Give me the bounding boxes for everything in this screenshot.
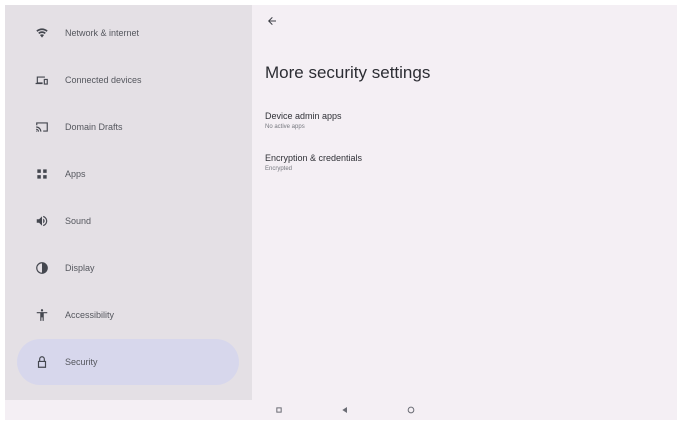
devices-icon <box>33 71 51 89</box>
wifi-icon <box>33 24 51 42</box>
sidebar-item-apps[interactable]: Apps <box>17 151 239 197</box>
sidebar-item-domain-drafts[interactable]: Domain Drafts <box>17 104 239 150</box>
home-icon <box>407 406 415 414</box>
sidebar-item-label: Network & internet <box>65 28 140 38</box>
pref-title: Encryption & credentials <box>265 153 363 163</box>
volume-icon <box>33 212 51 230</box>
sidebar-item-connected-devices[interactable]: Connected devices <box>17 57 239 103</box>
sidebar-item-sound[interactable]: Sound <box>17 198 239 244</box>
main-content: More security settings Device admin apps… <box>252 5 677 400</box>
sidebar-item-display[interactable]: Display <box>17 245 239 291</box>
pref-summary: No active apps <box>265 124 305 130</box>
settings-screen: Network & internet Connected devices Dom… <box>5 5 677 420</box>
recents-icon <box>276 407 282 413</box>
sidebar-item-security[interactable]: Security <box>17 339 239 385</box>
back-button[interactable] <box>262 11 282 31</box>
pref-device-admin-apps[interactable]: Device admin apps No active apps <box>256 107 406 141</box>
sidebar-item-label: Sound <box>65 216 92 226</box>
sidebar-item-accessibility[interactable]: Accessibility <box>17 292 239 338</box>
lock-icon <box>33 353 51 371</box>
pref-summary: Encrypted <box>265 166 293 172</box>
apps-icon <box>33 165 51 183</box>
sidebar-item-label: Accessibility <box>65 310 115 320</box>
pref-encryption-credentials[interactable]: Encryption & credentials Encrypted <box>256 149 406 183</box>
cast-icon <box>33 118 51 136</box>
settings-sidebar: Network & internet Connected devices Dom… <box>5 5 252 400</box>
sidebar-item-label: Connected devices <box>65 75 142 85</box>
arrow-back-icon <box>268 17 276 25</box>
system-navigation-bar <box>5 400 677 420</box>
accessibility-icon <box>33 306 51 324</box>
nav-back-button[interactable] <box>338 403 352 417</box>
recents-button[interactable] <box>272 403 286 417</box>
sidebar-item-label: Security <box>65 357 98 367</box>
sidebar-item-network[interactable]: Network & internet <box>17 10 239 56</box>
home-button[interactable] <box>404 403 418 417</box>
sidebar-item-label: Domain Drafts <box>65 122 123 132</box>
page-title: More security settings <box>265 63 431 82</box>
sidebar-item-label: Display <box>65 263 95 273</box>
pref-title: Device admin apps <box>265 111 342 121</box>
back-icon <box>342 407 347 413</box>
sidebar-item-label: Apps <box>65 169 86 179</box>
brightness-icon <box>33 259 51 277</box>
